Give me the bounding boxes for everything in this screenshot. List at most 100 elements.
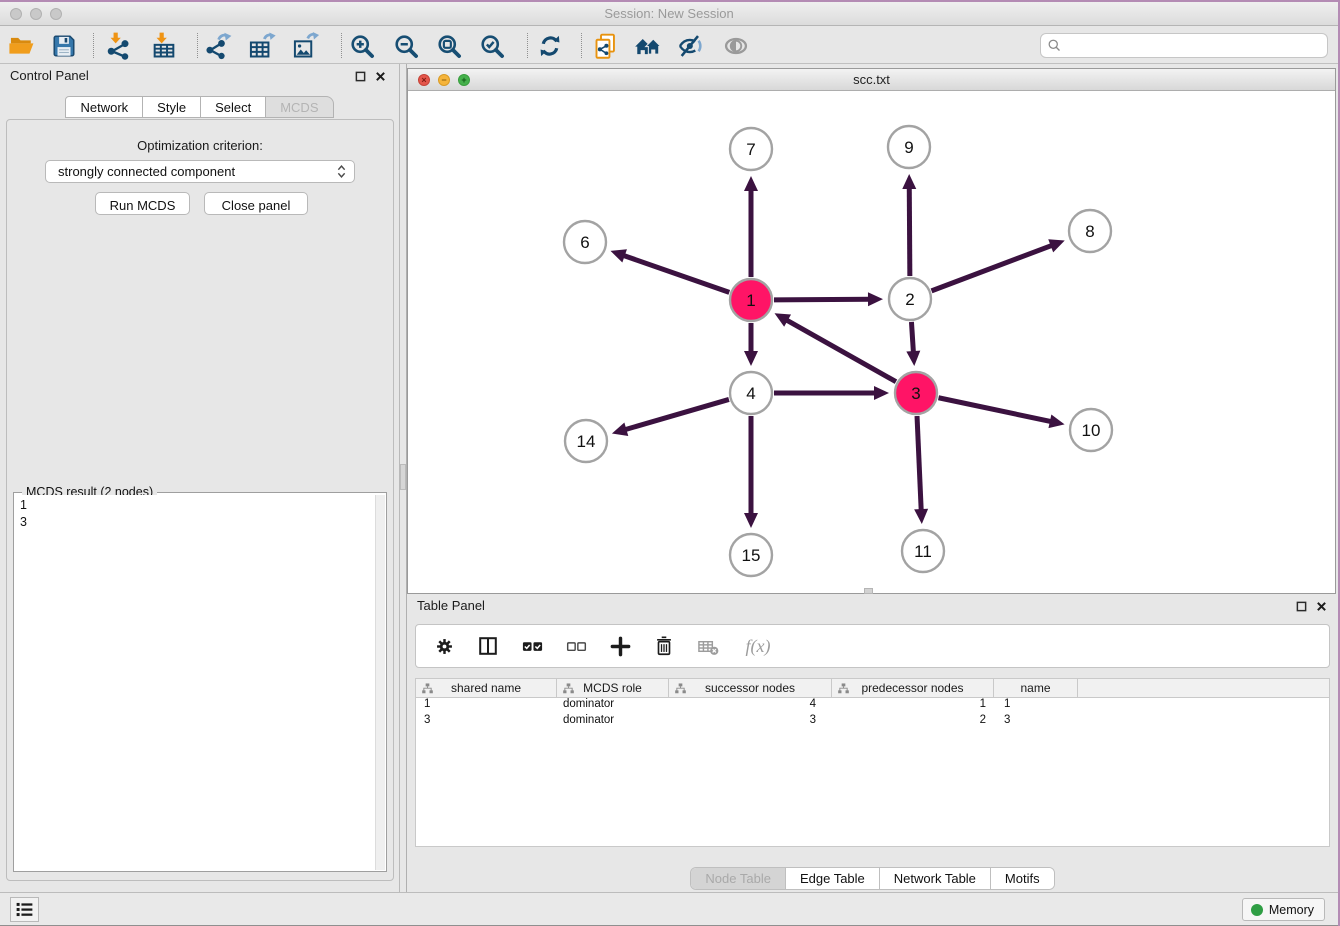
- edge-arrowhead: [906, 351, 920, 366]
- show-details-button[interactable]: [720, 30, 752, 62]
- add-row-button[interactable]: [606, 632, 634, 660]
- table-close-button[interactable]: [1314, 599, 1328, 613]
- splitter-handle[interactable]: [400, 464, 406, 490]
- table-cell[interactable]: 1: [994, 698, 1078, 714]
- node-label-6: 6: [580, 233, 589, 252]
- optimization-criterion-label: Optimization criterion:: [7, 138, 393, 153]
- checked-boxes-icon: [521, 635, 544, 658]
- zoom-out-button[interactable]: [390, 30, 422, 62]
- table-row[interactable]: 1dominator411: [416, 698, 1329, 714]
- function-builder-button[interactable]: f(x): [738, 632, 778, 660]
- search-input[interactable]: [1062, 34, 1327, 57]
- network-canvas[interactable]: 7968124314101511: [408, 91, 1335, 593]
- memory-status-icon: [1251, 904, 1263, 916]
- zoom-selected-button[interactable]: [476, 30, 508, 62]
- home-button[interactable]: [632, 30, 664, 62]
- zoom-out-icon: [393, 33, 420, 60]
- panel-splitter[interactable]: [400, 64, 407, 893]
- tab-edge-table[interactable]: Edge Table: [785, 868, 879, 889]
- list-icon: [14, 899, 35, 920]
- node-label-11: 11: [914, 542, 932, 561]
- save-session-button[interactable]: [48, 30, 80, 62]
- table-cell[interactable]: 4: [669, 698, 832, 714]
- close-panel-button[interactable]: [373, 69, 387, 83]
- tab-motifs[interactable]: Motifs: [990, 868, 1054, 889]
- edge-1-6[interactable]: [622, 255, 729, 293]
- search-box[interactable]: [1040, 33, 1328, 58]
- refresh-icon: [537, 33, 563, 59]
- table-cell[interactable]: 3: [669, 714, 832, 730]
- clone-network-button[interactable]: [589, 30, 621, 62]
- apply-layout-button[interactable]: [534, 30, 566, 62]
- edge-arrowhead: [744, 513, 758, 528]
- column-type-icon: [838, 683, 849, 694]
- edge-4-14[interactable]: [623, 399, 728, 430]
- task-history-button[interactable]: [10, 897, 39, 922]
- optimization-criterion-select[interactable]: strongly connected component: [45, 160, 355, 183]
- memory-button[interactable]: Memory: [1242, 898, 1325, 921]
- open-session-button[interactable]: [6, 30, 38, 62]
- edge-2-3[interactable]: [911, 322, 913, 354]
- edge-3-11[interactable]: [917, 416, 921, 512]
- table-cell[interactable]: 3: [994, 714, 1078, 730]
- close-panel-action-button[interactable]: Close panel: [204, 192, 308, 215]
- show-columns-button[interactable]: [474, 632, 502, 660]
- table-float-button[interactable]: [1294, 599, 1308, 613]
- table-cell[interactable]: 1: [832, 698, 994, 714]
- zoom-fit-button[interactable]: [433, 30, 465, 62]
- tab-node-table[interactable]: Node Table: [691, 868, 785, 889]
- network-graph[interactable]: 7968124314101511: [408, 91, 1335, 593]
- table-cell[interactable]: 2: [832, 714, 994, 730]
- float-panel-button[interactable]: [353, 69, 367, 83]
- edge-3-1[interactable]: [785, 319, 896, 382]
- import-table-button[interactable]: [148, 30, 180, 62]
- mcds-result-text[interactable]: 1 3: [14, 495, 375, 871]
- stepper-icon: [337, 164, 346, 179]
- mcds-result-box: MCDS result (2 nodes) 1 3: [13, 492, 387, 872]
- node-table: shared nameMCDS rolesuccessor nodesprede…: [415, 678, 1330, 847]
- table-cell[interactable]: 1: [416, 698, 557, 714]
- table-settings-button[interactable]: [430, 632, 458, 660]
- edge-3-10[interactable]: [939, 398, 1053, 422]
- edge-2-8[interactable]: [932, 245, 1054, 291]
- edge-arrowhead: [1048, 414, 1064, 428]
- import-network-icon: [104, 32, 132, 60]
- control-panel-tabs: NetworkStyleSelectMCDS: [0, 96, 399, 118]
- table-cell[interactable]: 3: [416, 714, 557, 730]
- table-cell[interactable]: dominator: [557, 714, 669, 730]
- gear-icon: [434, 636, 455, 657]
- columns-icon: [477, 635, 499, 657]
- tab-network-table[interactable]: Network Table: [879, 868, 990, 889]
- statusbar: Memory: [0, 892, 1338, 925]
- tab-style[interactable]: Style: [143, 96, 201, 118]
- column-type-icon: [563, 683, 574, 694]
- export-image-button[interactable]: [290, 30, 322, 62]
- table-body: 1dominator4113dominator323: [416, 698, 1329, 730]
- delete-columns-button[interactable]: [694, 632, 722, 660]
- zoom-in-icon: [349, 33, 376, 60]
- table-row[interactable]: 3dominator323: [416, 714, 1329, 730]
- unselect-all-columns-button[interactable]: [562, 632, 590, 660]
- zoom-in-button[interactable]: [346, 30, 378, 62]
- column-header-shared-name[interactable]: shared name: [416, 679, 557, 697]
- export-network-button[interactable]: [202, 30, 234, 62]
- network-window-title: scc.txt: [408, 72, 1335, 87]
- hide-details-button[interactable]: [675, 30, 707, 62]
- column-header-name[interactable]: name: [994, 679, 1078, 697]
- eye-slash-icon: [677, 32, 705, 60]
- table-cell[interactable]: dominator: [557, 698, 669, 714]
- column-header-successor-nodes[interactable]: successor nodes: [669, 679, 832, 697]
- result-scrollbar[interactable]: [375, 495, 385, 870]
- edge-2-9[interactable]: [909, 186, 910, 276]
- tab-select[interactable]: Select: [201, 96, 266, 118]
- edge-1-2[interactable]: [774, 299, 871, 300]
- column-header-mcds-role[interactable]: MCDS role: [557, 679, 669, 697]
- column-header-predecessor-nodes[interactable]: predecessor nodes: [832, 679, 994, 697]
- import-network-button[interactable]: [102, 30, 134, 62]
- delete-rows-button[interactable]: [650, 632, 678, 660]
- tab-network[interactable]: Network: [65, 96, 143, 118]
- export-table-button[interactable]: [246, 30, 278, 62]
- run-mcds-button[interactable]: Run MCDS: [95, 192, 190, 215]
- tab-mcds[interactable]: MCDS: [266, 96, 333, 118]
- select-all-columns-button[interactable]: [518, 632, 546, 660]
